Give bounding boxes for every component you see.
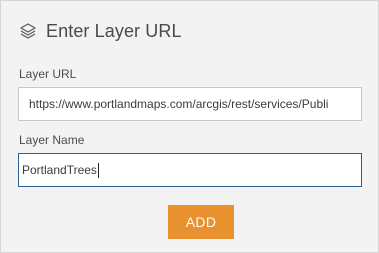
layer-name-input[interactable]: PortlandTrees: [18, 153, 362, 187]
panel-header: Enter Layer URL: [19, 19, 182, 43]
layer-url-value: https://www.portlandmaps.com/arcgis/rest…: [29, 97, 329, 111]
layer-url-label: Layer URL: [19, 67, 77, 81]
layer-name-label: Layer Name: [19, 133, 85, 147]
text-caret: [97, 162, 99, 178]
layers-icon: [19, 22, 37, 40]
layer-url-input[interactable]: https://www.portlandmaps.com/arcgis/rest…: [18, 87, 362, 121]
add-button[interactable]: ADD: [168, 205, 234, 239]
add-layer-panel: Enter Layer URL Layer URL https://www.po…: [0, 0, 379, 253]
layer-name-value: PortlandTrees: [22, 163, 97, 177]
panel-title: Enter Layer URL: [46, 20, 182, 41]
